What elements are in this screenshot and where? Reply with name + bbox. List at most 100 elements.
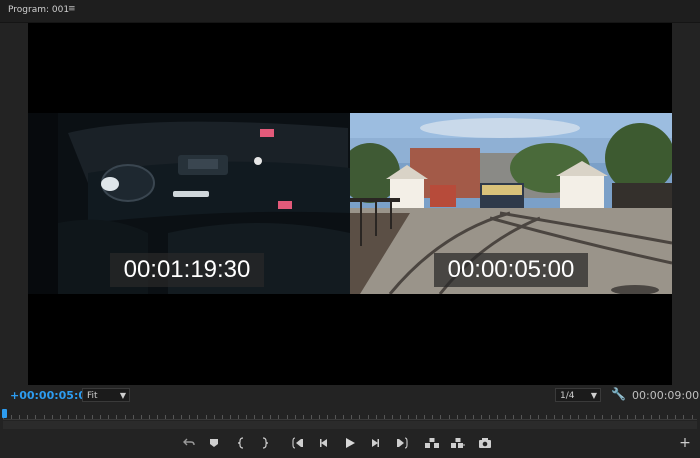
- ruler-tick: [327, 415, 328, 419]
- ruler-tick: [618, 415, 620, 419]
- ruler-tick: [667, 415, 669, 419]
- ruler-tick: [221, 415, 223, 419]
- ruler-tick: [521, 415, 523, 419]
- ruler-tick: [351, 415, 353, 419]
- ruler-tick: [246, 415, 247, 419]
- ruler-tick: [156, 415, 158, 419]
- ruler-tick: [181, 415, 183, 419]
- ruler-tick: [262, 415, 264, 419]
- ruler-tick: [43, 415, 45, 419]
- ruler-tick: [472, 415, 474, 419]
- ruler-tick: [140, 415, 142, 419]
- playback-resolution-value: 1/4: [560, 391, 575, 401]
- ruler-tick: [391, 415, 393, 419]
- ruler-tick: [335, 415, 337, 419]
- program-monitor[interactable]: 00:01:19:30 00:00:05:00: [28, 23, 672, 385]
- ruler-tick: [124, 415, 126, 419]
- undo-icon[interactable]: [180, 435, 198, 451]
- ruler-tick: [537, 415, 539, 419]
- ruler-tick: [302, 415, 304, 419]
- ruler-tick: [610, 415, 612, 419]
- ruler-tick: [286, 415, 288, 419]
- panel-header: Program: 001 ≡: [0, 0, 700, 23]
- ruler-tick: [100, 415, 102, 419]
- ruler-tick: [675, 415, 677, 419]
- ruler-tick: [19, 415, 21, 419]
- ruler-tick: [626, 415, 628, 419]
- ruler-tick: [529, 415, 531, 419]
- ruler-tick: [359, 415, 361, 419]
- ruler-tick: [367, 415, 369, 419]
- clip-car-interior: 00:01:19:30: [28, 113, 350, 294]
- ruler-tick: [602, 415, 604, 419]
- chevron-down-icon: ▼: [119, 391, 126, 400]
- go-to-in-icon[interactable]: [290, 435, 308, 451]
- zoom-scrollbar[interactable]: [3, 421, 697, 429]
- ruler-tick: [408, 415, 409, 419]
- ruler-tick: [11, 415, 13, 419]
- ruler-tick: [586, 415, 588, 419]
- export-frame-icon[interactable]: [476, 435, 494, 451]
- mark-in-icon[interactable]: [232, 435, 250, 451]
- time-ruler[interactable]: [3, 407, 697, 420]
- ruler-tick: [294, 415, 296, 419]
- button-editor-add-icon[interactable]: +: [678, 435, 692, 451]
- ruler-tick: [497, 415, 499, 419]
- ruler-tick: [416, 415, 418, 419]
- step-back-icon[interactable]: [315, 435, 333, 451]
- ruler-tick: [108, 415, 110, 419]
- ruler-tick: [464, 415, 466, 419]
- ruler-tick: [51, 415, 53, 419]
- wrench-icon[interactable]: 🔧: [611, 387, 626, 401]
- ruler-tick: [148, 415, 150, 419]
- duration-timecode: 00:00:09:00: [632, 389, 700, 402]
- playhead-handle[interactable]: [2, 409, 7, 418]
- ruler-tick: [92, 415, 94, 419]
- ruler-tick: [432, 415, 434, 419]
- ruler-tick: [545, 415, 547, 419]
- monitor-controls: +00:00:05:00 Fit ▼ 1/4 ▼ 🔧 00:00:09:00 +: [0, 385, 700, 458]
- ruler-tick: [375, 415, 377, 419]
- ruler-tick: [594, 415, 596, 419]
- ruler-tick: [213, 415, 215, 419]
- ruler-tick: [116, 415, 118, 419]
- ruler-tick: [659, 415, 661, 419]
- ruler-tick: [84, 415, 85, 419]
- ruler-tick: [505, 415, 507, 419]
- ruler-tick: [570, 415, 571, 419]
- mark-out-icon[interactable]: [256, 435, 274, 451]
- timecode-overlay-left: 00:01:19:30: [110, 253, 264, 287]
- ruler-tick: [343, 415, 345, 419]
- ruler-tick: [553, 415, 555, 419]
- ruler-tick: [691, 415, 693, 419]
- transport-bar: [0, 435, 700, 451]
- ruler-tick: [189, 415, 191, 419]
- panel-title[interactable]: Program: 001: [8, 5, 69, 15]
- ruler-tick: [205, 415, 207, 419]
- extract-icon[interactable]: [449, 435, 467, 451]
- ruler-tick: [278, 415, 280, 419]
- ruler-tick: [634, 415, 636, 419]
- hamburger-menu-icon[interactable]: ≡: [68, 4, 76, 14]
- ruler-tick: [578, 415, 580, 419]
- playback-resolution-select[interactable]: 1/4 ▼: [555, 388, 601, 402]
- go-to-out-icon[interactable]: [392, 435, 410, 451]
- play-icon[interactable]: [341, 435, 359, 451]
- step-forward-icon[interactable]: [366, 435, 384, 451]
- ruler-tick: [237, 415, 239, 419]
- ruler-tick: [424, 415, 426, 419]
- ruler-tick: [35, 415, 37, 419]
- ruler-tick: [197, 415, 199, 419]
- zoom-level-select[interactable]: Fit ▼: [82, 388, 130, 402]
- clip-street-scene: 00:00:05:00: [350, 113, 672, 294]
- ruler-tick: [683, 415, 685, 419]
- ruler-tick: [75, 415, 77, 419]
- ruler-tick: [67, 415, 69, 419]
- ruler-tick: [59, 415, 61, 419]
- lift-icon[interactable]: [423, 435, 441, 451]
- ruler-tick: [489, 415, 490, 419]
- add-marker-icon[interactable]: [205, 435, 223, 451]
- ruler-tick: [173, 415, 175, 419]
- ruler-tick: [456, 415, 458, 419]
- ruler-tick: [318, 415, 320, 419]
